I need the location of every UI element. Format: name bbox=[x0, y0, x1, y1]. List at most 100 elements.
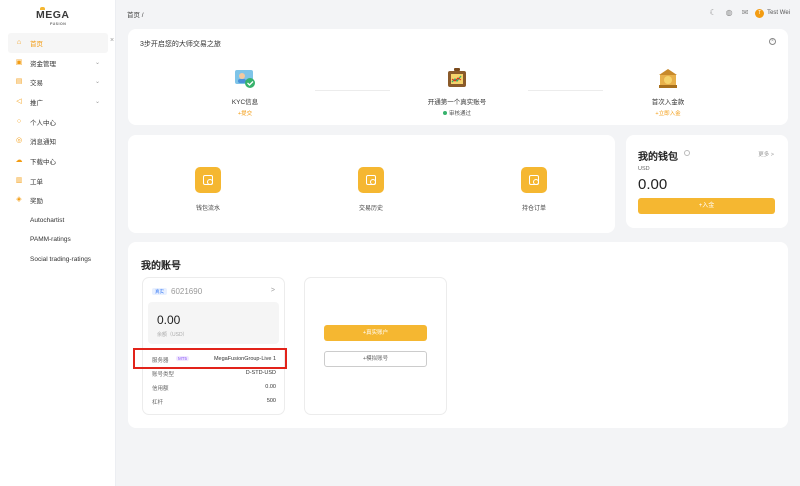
sidebar-item-promotion[interactable]: ◁ 推广 ⌄ bbox=[8, 92, 108, 112]
deposit-button[interactable]: +入金 bbox=[638, 198, 775, 214]
quick-action-label: 交易历史 bbox=[358, 206, 383, 212]
onboarding-steps-card: 3步开启您的大师交易之旅 × KYC信息 +提交 开通第一个真实账号 审核通过 bbox=[128, 29, 788, 125]
bank-icon bbox=[659, 69, 677, 88]
open-real-account-button[interactable]: +真实账户 bbox=[324, 325, 427, 341]
sidebar-item-label: 资金管理 bbox=[30, 60, 56, 68]
sidebar-item-label: 个人中心 bbox=[30, 119, 56, 127]
chevron-right-icon[interactable]: > bbox=[271, 287, 275, 294]
sidebar-item-label: PAMM-ratings bbox=[30, 236, 71, 244]
step-label: 开通第一个真实账号 bbox=[427, 99, 487, 106]
sidebar-item-funds[interactable]: ▣ 资金管理 ⌄ bbox=[8, 53, 108, 73]
logo-word: MEGA bbox=[36, 9, 70, 21]
gift-icon: ◈ bbox=[16, 196, 22, 204]
sidebar-nav: ⌂ 首页 ▣ 资金管理 ⌄ ▤ 交易 ⌄ ◁ 推广 ⌄ ○ 个人中心 ◎ 消息通知 ☁ 下载中心 ▥… bbox=[8, 33, 108, 269]
wallet-more-link[interactable]: 更多 > bbox=[758, 150, 774, 158]
sidebar-item-tickets[interactable]: ▥ 工单 bbox=[8, 171, 108, 191]
sidebar-item-label: 推广 bbox=[30, 99, 43, 107]
highlight-box bbox=[133, 348, 287, 369]
sidebar-item-home[interactable]: ⌂ 首页 bbox=[8, 33, 108, 53]
step-first-deposit: 首次入金款 +立即入金 bbox=[623, 67, 713, 117]
sidebar-item-label: 首页 bbox=[30, 40, 43, 48]
quick-action-label: 持仓订单 bbox=[521, 206, 546, 212]
wallet-amount: 0.00 bbox=[638, 176, 668, 193]
wallet-flow-button[interactable]: 钱包流水 bbox=[178, 167, 238, 212]
account-number: 6021690 bbox=[171, 287, 203, 296]
chart-icon: ▤ bbox=[15, 78, 23, 86]
mega-fusion-logo[interactable]: MEGA FUSION bbox=[36, 7, 78, 27]
home-icon: ⌂ bbox=[16, 38, 22, 46]
user-name[interactable]: Test Wei bbox=[767, 10, 790, 16]
wallet-flow-icon bbox=[195, 167, 221, 193]
row-key: 账号类型 bbox=[152, 372, 175, 378]
open-demo-account-button[interactable]: +模拟账号 bbox=[324, 351, 427, 367]
chevron-down-icon: ⌄ bbox=[94, 79, 100, 86]
account-card[interactable]: 真实 6021690 > 0.00 余额（USD） 服务器 MT5 MegaFu… bbox=[142, 277, 285, 415]
top-bar: 首页 / ☾ ◍ ✉ T Test Wei bbox=[116, 0, 800, 26]
step-connector bbox=[528, 90, 603, 91]
accounts-card: 我的账号 真实 6021690 > 0.00 余额（USD） 服务器 MT5 M… bbox=[128, 242, 788, 428]
kyc-submit-link[interactable]: +提交 bbox=[200, 109, 290, 117]
sidebar: MEGA FUSION × ⌂ 首页 ▣ 资金管理 ⌄ ▤ 交易 ⌄ ◁ 推广 ⌄ ○ 个人中心… bbox=[0, 0, 116, 486]
sidebar-item-messages[interactable]: ◎ 消息通知 bbox=[8, 131, 108, 151]
sidebar-item-profile[interactable]: ○ 个人中心 bbox=[8, 112, 108, 132]
bell-icon: ◎ bbox=[15, 137, 23, 145]
step-label: 首次入金款 bbox=[651, 99, 685, 106]
sidebar-item-label: 下载中心 bbox=[30, 158, 56, 166]
sidebar-item-trade[interactable]: ▤ 交易 ⌄ bbox=[8, 72, 108, 92]
account-type-badge: 真实 bbox=[152, 288, 167, 295]
sidebar-item-label: Social trading-ratings bbox=[30, 255, 92, 263]
step-kyc: KYC信息 +提交 bbox=[200, 67, 290, 117]
chevron-down-icon: ⌄ bbox=[94, 59, 100, 66]
download-icon: ☁ bbox=[15, 156, 23, 164]
account-balance-label: 余额（USD） bbox=[157, 332, 188, 338]
sidebar-item-autochartist[interactable]: Autochartist bbox=[8, 210, 108, 230]
chevron-down-icon: ⌄ bbox=[94, 99, 100, 106]
account-balance-box: 0.00 余额（USD） bbox=[148, 302, 279, 344]
trade-history-icon bbox=[358, 167, 384, 193]
sidebar-item-pamm[interactable]: PAMM-ratings bbox=[8, 230, 108, 250]
sidebar-item-label: 消息通知 bbox=[30, 139, 56, 147]
breadcrumb[interactable]: 首页 / bbox=[127, 9, 144, 19]
globe-icon[interactable]: ◍ bbox=[723, 7, 735, 19]
open-orders-icon bbox=[521, 167, 547, 193]
sidebar-item-rewards[interactable]: ◈ 奖励 bbox=[8, 191, 108, 211]
sidebar-item-label: 交易 bbox=[30, 80, 43, 88]
sidebar-item-downloads[interactable]: ☁ 下载中心 bbox=[8, 151, 108, 171]
open-orders-button[interactable]: 持仓订单 bbox=[504, 167, 564, 212]
user-icon: ○ bbox=[16, 117, 22, 125]
briefcase-chart-icon bbox=[448, 68, 466, 87]
row-value: 500 bbox=[266, 398, 276, 404]
deposit-now-link[interactable]: +立即入金 bbox=[623, 109, 713, 117]
steps-title: 3步开启您的大师交易之旅 bbox=[140, 41, 221, 48]
account-row-leverage: 杠杆 500 bbox=[152, 398, 276, 408]
row-value: 0.00 bbox=[265, 384, 276, 390]
logo-sub: FUSION bbox=[50, 22, 67, 26]
step-open-account: 开通第一个真实账号 审核通过 bbox=[412, 67, 502, 117]
collapse-sidebar-icon[interactable]: × bbox=[110, 37, 114, 44]
status-dot-icon bbox=[442, 111, 447, 115]
account-balance: 0.00 bbox=[157, 313, 181, 327]
sidebar-item-label: Autochartist bbox=[30, 216, 65, 224]
step-label: KYC信息 bbox=[231, 99, 259, 106]
sidebar-item-label: 奖励 bbox=[30, 198, 43, 206]
account-row-credit: 信用额 0.00 bbox=[152, 384, 276, 394]
close-icon[interactable]: × bbox=[769, 38, 776, 45]
trade-history-button[interactable]: 交易历史 bbox=[341, 167, 401, 212]
wallet-icon: ▣ bbox=[15, 58, 23, 66]
wallet-title: 我的钱包 bbox=[638, 152, 678, 163]
account-row-type: 账号类型 D-STD-USD bbox=[152, 370, 276, 380]
dark-mode-icon[interactable]: ☾ bbox=[707, 7, 719, 19]
sidebar-item-social-trading[interactable]: Social trading-ratings bbox=[8, 250, 108, 270]
ticket-icon: ▥ bbox=[15, 176, 23, 184]
open-account-card: +真实账户 +模拟账号 bbox=[304, 277, 447, 415]
step-connector bbox=[315, 90, 390, 91]
row-value: D-STD-USD bbox=[245, 370, 276, 376]
avatar[interactable]: T bbox=[755, 8, 765, 18]
info-icon[interactable] bbox=[684, 150, 690, 156]
mail-icon[interactable]: ✉ bbox=[739, 7, 751, 19]
top-actions: ☾ ◍ ✉ T Test Wei bbox=[703, 7, 790, 19]
status-badge: 审核通过 bbox=[412, 109, 502, 117]
quick-actions-card: 钱包流水 交易历史 持仓订单 bbox=[128, 135, 615, 233]
accounts-title: 我的账号 bbox=[141, 261, 181, 272]
wallet-currency: USD bbox=[638, 166, 650, 172]
